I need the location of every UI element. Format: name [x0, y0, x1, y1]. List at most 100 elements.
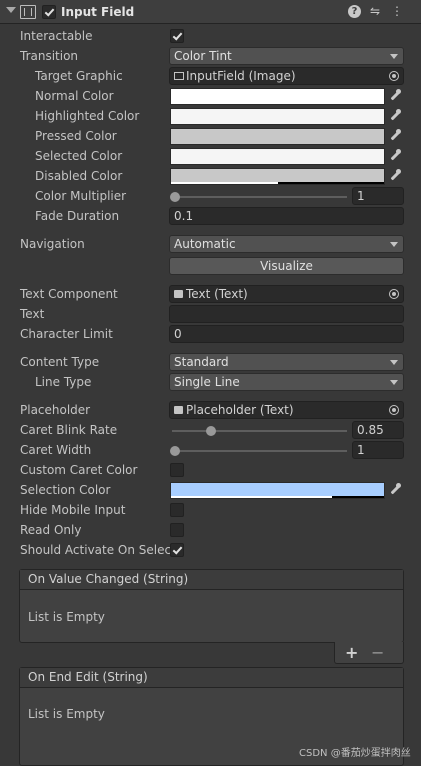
- placeholder-value: Placeholder (Text): [186, 403, 294, 417]
- eyedropper-icon[interactable]: [389, 149, 401, 163]
- character-limit-input[interactable]: 0: [169, 325, 404, 343]
- caret-blink-rate-slider-handle[interactable]: [206, 426, 216, 436]
- line-type-label: Line Type: [35, 375, 92, 389]
- selection-color-swatch[interactable]: [170, 482, 385, 499]
- alpha-bar: [171, 182, 278, 184]
- fade-duration-label: Fade Duration: [35, 209, 120, 223]
- chevron-down-icon: [390, 360, 398, 365]
- object-picker-icon[interactable]: [389, 405, 399, 415]
- pressed-color-swatch[interactable]: [170, 128, 385, 145]
- text-label: Text: [20, 307, 45, 321]
- pressed-color-label: Pressed Color: [35, 129, 117, 143]
- transition-dropdown[interactable]: Color Tint: [169, 47, 404, 65]
- custom-caret-color-label: Custom Caret Color: [20, 463, 138, 477]
- caret-blink-rate-input[interactable]: 0.85: [352, 421, 404, 439]
- component-title: Input Field: [61, 5, 135, 19]
- checkmark-icon: [44, 6, 55, 17]
- caret-blink-rate-slider-track[interactable]: [172, 430, 347, 432]
- fade-duration-input[interactable]: 0.1: [169, 207, 404, 225]
- chevron-down-icon: [390, 242, 398, 247]
- selected-color-label: Selected Color: [35, 149, 123, 163]
- selected-color-swatch[interactable]: [170, 148, 385, 165]
- eyedropper-icon[interactable]: [389, 483, 401, 497]
- fold-arrow-icon[interactable]: [6, 7, 16, 13]
- on-end-edit-empty-text: List is Empty: [28, 707, 105, 721]
- line-type-value: Single Line: [174, 375, 240, 389]
- read-only-checkbox[interactable]: [170, 523, 184, 537]
- navigation-value: Automatic: [174, 237, 236, 251]
- text-component-icon: [174, 290, 183, 298]
- text-input[interactable]: [169, 305, 404, 323]
- target-graphic-label: Target Graphic: [35, 69, 123, 83]
- eyedropper-icon[interactable]: [389, 109, 401, 123]
- image-icon: [174, 72, 184, 80]
- content-type-label: Content Type: [20, 355, 100, 369]
- component-header: Input Field ? ⇋ ⋮: [0, 0, 421, 24]
- target-graphic-field[interactable]: InputField (Image): [169, 67, 404, 85]
- highlighted-color-swatch[interactable]: [170, 108, 385, 125]
- hide-mobile-input-label: Hide Mobile Input: [20, 503, 126, 517]
- color-multiplier-input[interactable]: 1: [352, 187, 404, 205]
- alpha-bar: [171, 496, 332, 498]
- eyedropper-icon[interactable]: [389, 169, 401, 183]
- highlighted-color-label: Highlighted Color: [35, 109, 140, 123]
- watermark-text: CSDN @番茄炒蛋拌肉丝: [299, 748, 411, 759]
- navigation-label: Navigation: [20, 237, 85, 251]
- alpha-bar-black: [332, 496, 384, 498]
- color-multiplier-slider-handle[interactable]: [170, 192, 180, 202]
- component-enabled-toggle[interactable]: [42, 5, 56, 19]
- hide-mobile-input-checkbox[interactable]: [170, 503, 184, 517]
- disabled-color-label: Disabled Color: [35, 169, 123, 183]
- target-graphic-value: InputField (Image): [186, 69, 296, 83]
- selection-color-label: Selection Color: [20, 483, 111, 497]
- text-component-field[interactable]: Text (Text): [169, 285, 404, 303]
- read-only-label: Read Only: [20, 523, 82, 537]
- interactable-checkbox[interactable]: [170, 29, 184, 43]
- chevron-down-icon: [390, 380, 398, 385]
- on-value-changed-add-remove: + −: [334, 642, 404, 664]
- object-picker-icon[interactable]: [389, 71, 399, 81]
- checkmark-icon: [172, 544, 183, 555]
- eyedropper-icon[interactable]: [389, 129, 401, 143]
- caret-width-slider-track[interactable]: [172, 450, 347, 452]
- help-icon[interactable]: ?: [348, 5, 361, 18]
- disabled-color-swatch[interactable]: [170, 168, 385, 185]
- text-component-value: Text (Text): [186, 287, 248, 301]
- input-field-component-icon: [20, 5, 36, 19]
- should-activate-on-select-checkbox[interactable]: [170, 543, 184, 557]
- caret-blink-rate-label: Caret Blink Rate: [20, 423, 118, 437]
- on-value-changed-header: On Value Changed (String): [20, 570, 403, 590]
- more-menu-icon[interactable]: ⋮: [390, 4, 404, 18]
- custom-caret-color-checkbox[interactable]: [170, 463, 184, 477]
- remove-listener-button[interactable]: −: [371, 643, 384, 662]
- object-picker-icon[interactable]: [389, 289, 399, 299]
- caret-width-label: Caret Width: [20, 443, 92, 457]
- transition-value: Color Tint: [174, 49, 232, 63]
- alpha-bar-black: [278, 182, 384, 184]
- chevron-down-icon: [390, 54, 398, 59]
- caret-width-input[interactable]: 1: [352, 441, 404, 459]
- preset-icon[interactable]: ⇋: [368, 4, 382, 18]
- visualize-button[interactable]: Visualize: [169, 257, 404, 275]
- on-value-changed-empty-text: List is Empty: [28, 610, 105, 624]
- text-component-label: Text Component: [20, 287, 118, 301]
- color-multiplier-label: Color Multiplier: [35, 189, 127, 203]
- color-multiplier-slider-track[interactable]: [172, 196, 347, 198]
- content-type-value: Standard: [174, 355, 229, 369]
- should-activate-on-select-label: Should Activate On Select: [20, 543, 176, 557]
- navigation-dropdown[interactable]: Automatic: [169, 235, 404, 253]
- caret-width-slider-handle[interactable]: [170, 446, 180, 456]
- normal-color-swatch[interactable]: [170, 88, 385, 105]
- eyedropper-icon[interactable]: [389, 89, 401, 103]
- line-type-dropdown[interactable]: Single Line: [169, 373, 404, 391]
- on-end-edit-header: On End Edit (String): [20, 668, 403, 688]
- content-type-dropdown[interactable]: Standard: [169, 353, 404, 371]
- placeholder-label: Placeholder: [20, 403, 91, 417]
- add-listener-button[interactable]: +: [345, 643, 358, 662]
- normal-color-label: Normal Color: [35, 89, 114, 103]
- checkmark-icon: [172, 30, 183, 41]
- character-limit-label: Character Limit: [20, 327, 113, 341]
- transition-label: Transition: [20, 49, 79, 63]
- placeholder-field[interactable]: Placeholder (Text): [169, 401, 404, 419]
- interactable-label: Interactable: [20, 29, 93, 43]
